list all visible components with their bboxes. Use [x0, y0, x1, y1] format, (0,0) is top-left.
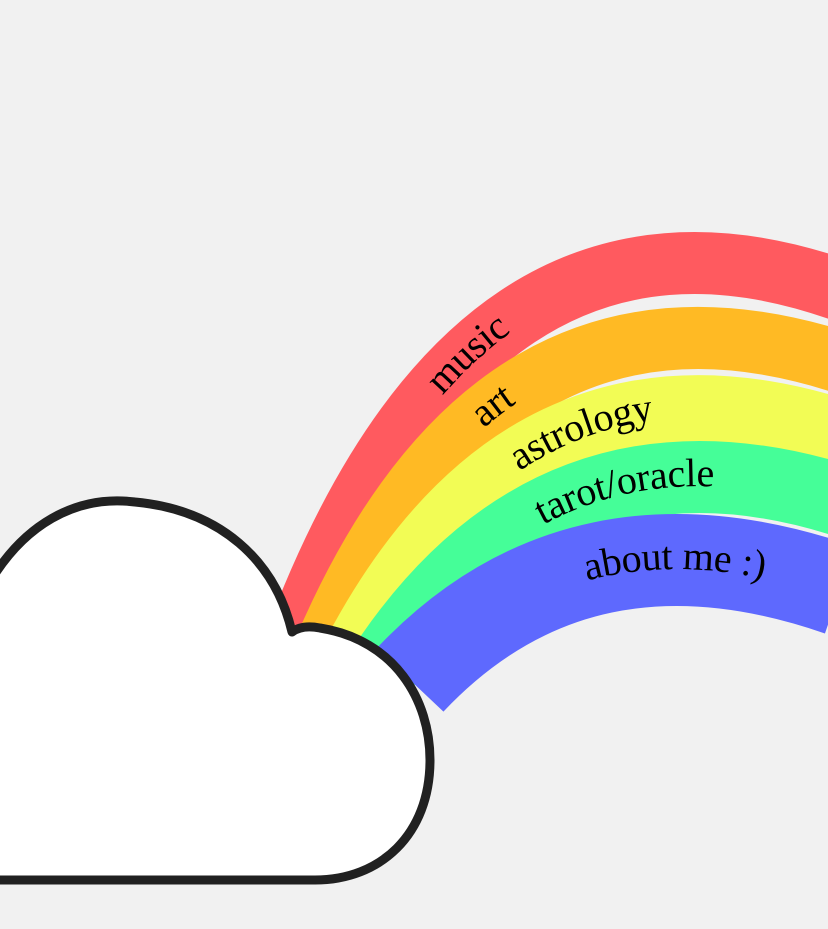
rainbow-nav-scene: music art astrology tarot/oracle about m…	[0, 232, 828, 885]
rainbow: music art astrology tarot/oracle about m…	[260, 232, 828, 712]
